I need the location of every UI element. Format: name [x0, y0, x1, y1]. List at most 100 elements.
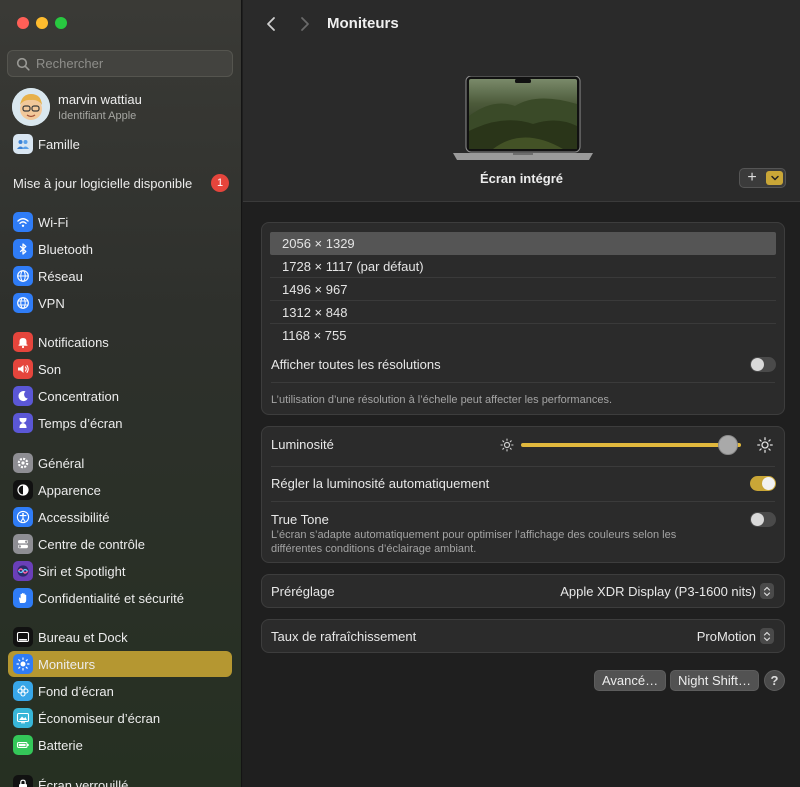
show-all-resolutions-toggle[interactable] — [750, 357, 776, 372]
sidebar-item-label: Apparence — [38, 482, 101, 498]
sidebar-item[interactable]: Économiseur d’écran — [8, 705, 232, 731]
sidebar-item[interactable]: VPN — [8, 290, 232, 316]
sidebar-item-label: Batterie — [38, 737, 83, 753]
brightness-label: Luminosité — [271, 437, 334, 452]
sidebar-item[interactable]: Notifications — [8, 329, 232, 355]
sidebar-item[interactable]: Bureau et Dock — [8, 624, 232, 650]
resolution-option[interactable]: 2056 × 1329 — [270, 232, 776, 255]
true-tone-toggle[interactable] — [750, 512, 776, 527]
zoom-window-button[interactable] — [55, 17, 67, 29]
auto-brightness-toggle[interactable] — [750, 476, 776, 491]
moon-icon — [13, 386, 33, 406]
sidebar-item[interactable]: Moniteurs — [8, 651, 232, 677]
siri-icon — [13, 561, 33, 581]
sidebar-item[interactable]: Batterie — [8, 732, 232, 758]
sun-display-icon — [13, 654, 33, 674]
sidebar-item[interactable]: Wi-Fi — [8, 209, 232, 235]
help-button[interactable]: ? — [764, 670, 785, 691]
sidebar-item[interactable]: Confidentialité et sécurité — [8, 585, 232, 611]
true-tone-label: True Tone — [271, 512, 329, 527]
apple-account[interactable]: marvin wattiau Identifiant Apple — [12, 88, 142, 126]
resolution-option[interactable]: 1312 × 848 — [270, 301, 776, 324]
sidebar-item-label: Notifications — [38, 334, 109, 350]
night-shift-button[interactable]: Night Shift… — [670, 670, 759, 691]
account-name: marvin wattiau — [58, 92, 142, 107]
sidebar-item-label: Fond d’écran — [38, 683, 114, 699]
sidebar-item-label: VPN — [38, 295, 65, 311]
accessibility-icon — [13, 507, 33, 527]
sidebar-item-label: Général — [38, 455, 85, 471]
speaker-icon — [13, 359, 33, 379]
family-icon — [13, 134, 33, 154]
show-all-resolutions-label: Afficher toutes les résolutions — [271, 357, 441, 372]
sidebar-item-label: Famille — [38, 136, 80, 152]
search-input[interactable] — [36, 56, 226, 71]
sidebar-item-label: Écran verrouillé — [38, 777, 129, 787]
sidebar-item[interactable]: Temps d’écran — [8, 410, 232, 436]
screensaver-icon — [13, 708, 33, 728]
chevron-right-icon[interactable] — [295, 14, 315, 34]
flower-icon — [13, 681, 33, 701]
sidebar-item[interactable]: Centre de contrôle — [8, 531, 232, 557]
add-display-button[interactable]: + — [740, 169, 764, 187]
divider — [271, 466, 775, 467]
resolution-option[interactable]: 1496 × 967 — [270, 278, 776, 301]
hand-icon — [13, 588, 33, 608]
resolution-card: 2056 × 1329 1728 × 1117 (par défaut) 1496 … — [261, 222, 785, 415]
preset-label: Préréglage — [271, 584, 335, 599]
software-update-label: Mise à jour logicielle disponible — [13, 175, 193, 191]
brightness-slider-knob[interactable] — [717, 435, 738, 455]
close-window-button[interactable] — [17, 17, 29, 29]
refresh-rate-select[interactable]: ProMotion — [697, 628, 774, 644]
auto-brightness-label: Régler la luminosité automatiquement — [271, 476, 490, 491]
refresh-rate-label: Taux de rafraîchissement — [271, 629, 417, 644]
resolution-option[interactable]: 1728 × 1117 (par défaut) — [270, 255, 776, 278]
memoji-icon — [12, 88, 50, 126]
advanced-button[interactable]: Avancé… — [594, 670, 667, 691]
search-field[interactable] — [7, 50, 233, 77]
laptop-display-icon[interactable] — [453, 76, 593, 160]
sidebar-item-label: Siri et Spotlight — [38, 563, 126, 579]
software-update-item[interactable]: Mise à jour logicielle disponible 1 — [13, 174, 229, 192]
update-count-badge: 1 — [211, 174, 229, 192]
window-controls — [17, 17, 67, 29]
preset-select[interactable]: Apple XDR Display (P3-1600 nits) — [560, 583, 774, 599]
sidebar-item[interactable]: Son — [8, 356, 232, 382]
chevron-left-icon[interactable] — [261, 14, 281, 34]
avatar — [12, 88, 50, 126]
page-title: Moniteurs — [327, 15, 399, 32]
sidebar-item-label: Son — [38, 361, 62, 377]
sidebar-item-label: Wi-Fi — [38, 214, 69, 230]
preset-card: Préréglage Apple XDR Display (P3-1600 ni… — [261, 574, 785, 608]
lock-icon — [13, 775, 33, 787]
sidebar-item-label: Économiseur d’écran — [38, 710, 161, 726]
minimize-window-button[interactable] — [36, 17, 48, 29]
sidebar-item[interactable]: Apparence — [8, 477, 232, 503]
appearance-icon — [13, 480, 33, 500]
sidebar-item[interactable]: Réseau — [8, 263, 232, 289]
sidebar-item[interactable]: Écran verrouillé — [8, 772, 232, 787]
bell-icon — [13, 332, 33, 352]
sidebar-item-label: Réseau — [38, 268, 83, 284]
main-pane: Moniteurs Écran intégré + 2056 × 1329 172… — [243, 0, 800, 787]
sidebar-item[interactable]: Siri et Spotlight — [8, 558, 232, 584]
updown-chevron-icon — [760, 583, 774, 599]
scaling-note: L’utilisation d’une résolution à l’échel… — [271, 394, 612, 406]
vpn-globe-icon — [13, 293, 33, 313]
sidebar-item[interactable]: Bluetooth — [8, 236, 232, 262]
sidebar-item-family[interactable]: Famille — [8, 131, 232, 157]
sidebar-item-label: Centre de contrôle — [38, 536, 145, 552]
resolution-option[interactable]: 1168 × 755 — [270, 324, 776, 347]
sidebar-item[interactable]: Concentration — [8, 383, 232, 409]
sun-large-icon — [757, 437, 773, 453]
sidebar-item[interactable]: Accessibilité — [8, 504, 232, 530]
refresh-rate-value: ProMotion — [696, 628, 756, 644]
sidebar-item[interactable]: Général — [8, 450, 232, 476]
divider — [271, 501, 775, 502]
add-display-menu-button[interactable] — [766, 171, 783, 185]
divider — [271, 382, 775, 383]
brightness-slider-track[interactable] — [521, 443, 741, 447]
sun-small-icon — [500, 438, 514, 452]
preset-value: Apple XDR Display (P3-1600 nits) — [560, 583, 756, 599]
sidebar-item[interactable]: Fond d’écran — [8, 678, 232, 704]
